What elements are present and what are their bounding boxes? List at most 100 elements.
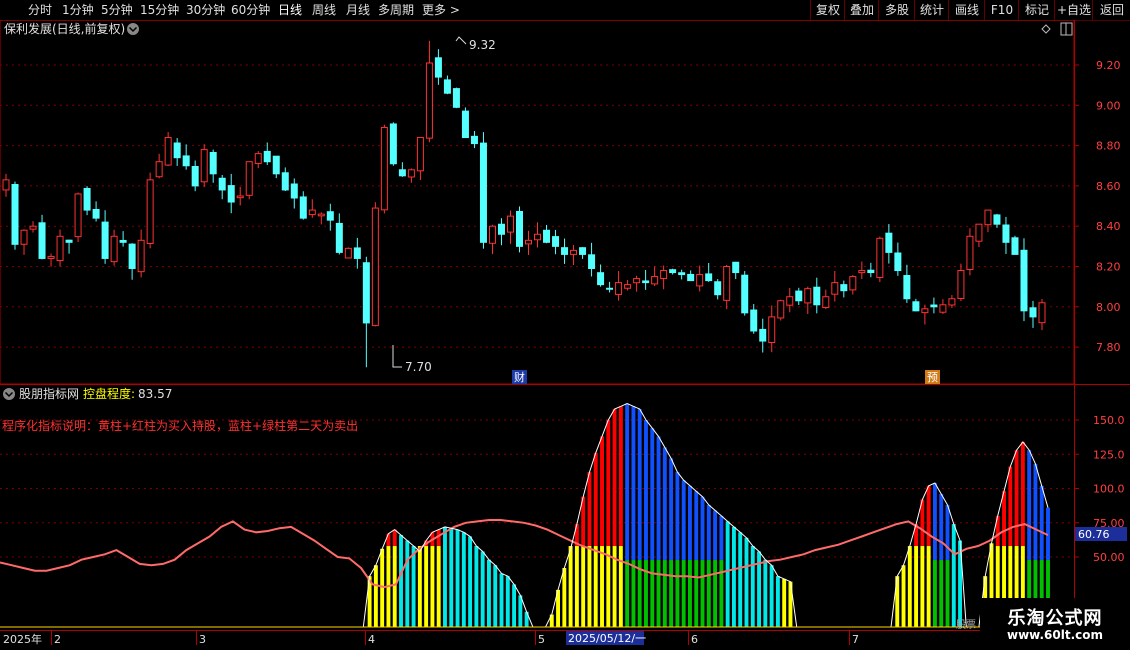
indicator-bar-segment [618,546,623,627]
indicator-bar [914,524,919,627]
panel-toggle-icon[interactable] [1060,22,1073,36]
indicator-bar [411,546,416,627]
diamond-icon[interactable] [1041,24,1051,34]
month-label-7: 7 [852,633,859,646]
candle-body [642,280,650,284]
candle [137,229,145,278]
mark-button[interactable]: 标记 [1018,0,1055,20]
indicator-bar-segment [386,533,391,547]
draw-line-button[interactable]: 画线 [948,0,985,20]
indicator-bar [568,546,573,627]
indicator-bar-segment [424,546,429,627]
f10-button[interactable]: F10 [984,0,1019,20]
candle [885,224,893,264]
period-tab-weekly[interactable]: 周线 [312,0,336,20]
period-tab-more[interactable]: 更多 > [422,0,460,20]
candle [434,49,442,85]
indicator-bar [907,546,912,627]
candle-body [272,155,280,175]
price-tick-label: 9.20 [1096,59,1121,72]
period-tab-monthly[interactable]: 月线 [346,0,370,20]
candle [813,277,821,314]
indicator-bar-segment [574,546,579,627]
indicator-bar [769,565,774,627]
indicator-bar-segment [713,560,718,627]
indicator-bar-segment [681,560,686,627]
indicator-bar [618,406,623,627]
candle-body [290,183,298,199]
candle [867,262,875,278]
overlay-button[interactable]: 叠加 [844,0,879,20]
candle-body [930,304,938,308]
indicator-bar-segment [706,560,711,627]
period-tab-multi[interactable]: 多周期 [378,0,414,20]
candle-body [912,301,920,312]
period-tab-60min[interactable]: 60分钟 [231,0,270,20]
stats-button[interactable]: 统计 [914,0,949,20]
multi-stock-button[interactable]: 多股 [878,0,915,20]
watermark-line2: www.60lt.com [1006,628,1104,642]
candle [957,263,965,302]
candle [254,151,262,169]
fuquan-button[interactable]: 复权 [810,0,845,20]
period-tab-5min[interactable]: 5分钟 [101,0,133,20]
candle-body [534,233,542,241]
indicator-name[interactable]: 股朋指标网 [19,386,79,401]
indicator-bar-segment [405,540,410,627]
event-badge-cai[interactable]: 财 [512,370,527,384]
stock-title[interactable]: 保利发展(日线,前复权) [4,21,125,36]
indicator-bar [499,573,504,627]
indicator-bar-segment [581,546,586,627]
candle-body [443,79,451,94]
candle [236,186,244,206]
add-watchlist-button[interactable]: +自选 [1054,0,1093,20]
candle-body [380,126,388,211]
candle-body [777,300,785,319]
indicator-bar-segment [587,546,592,627]
indicator-bar-segment [694,491,699,561]
indicator-bar [675,472,680,627]
indicator-dropdown-icon[interactable] [3,388,15,400]
candle [741,271,749,316]
indicator-bar [656,436,661,627]
price-ticks: 9.20 9.00 8.80 8.60 8.40 8.20 8.00 7.80 [1074,59,1121,354]
indicator-bar-segment [417,546,422,627]
indicator-bar-segment [706,504,711,561]
candle [38,214,46,260]
candle [759,318,767,353]
indicator-ticks: 150.0125.0100.075.0050.00 [1074,414,1125,564]
candle-body [470,135,478,145]
candle-body [119,239,127,243]
candle [389,122,397,166]
candle-body [416,137,424,172]
indicator-bar [738,532,743,627]
indicator-bar-segment [644,420,648,561]
indicator-bar-segment [487,559,491,627]
candle-body [705,273,713,282]
indicator-bar [399,535,403,627]
period-tab-1min[interactable]: 1分钟 [62,0,94,20]
candle [470,131,478,149]
period-tab-30min[interactable]: 30分钟 [186,0,225,20]
candle [912,298,920,312]
indicator-bar [574,524,579,627]
title-dropdown-icon[interactable] [127,23,139,35]
month-label-5: 5 [538,633,545,646]
candle-body [425,62,433,139]
candle-body [732,261,740,274]
candle-body [371,207,379,327]
event-badge-yu[interactable]: 预 [925,370,940,384]
back-button[interactable]: 返回 [1092,0,1130,20]
candle [579,247,587,259]
period-tab-15min[interactable]: 15分钟 [140,0,179,20]
period-tab-fenshi[interactable]: 分时 [28,0,52,20]
indicator-bar-segment [1020,441,1025,547]
price-tick-label: 9.00 [1096,99,1121,112]
indicator-bar [373,565,378,627]
indicator-bar [625,403,630,627]
indicator-bar-segment [669,458,674,561]
period-tab-daily[interactable]: 日线 [278,0,302,20]
candle-body [101,221,109,259]
indicator-bar [593,452,598,627]
indicator-bar-segment [593,452,598,547]
